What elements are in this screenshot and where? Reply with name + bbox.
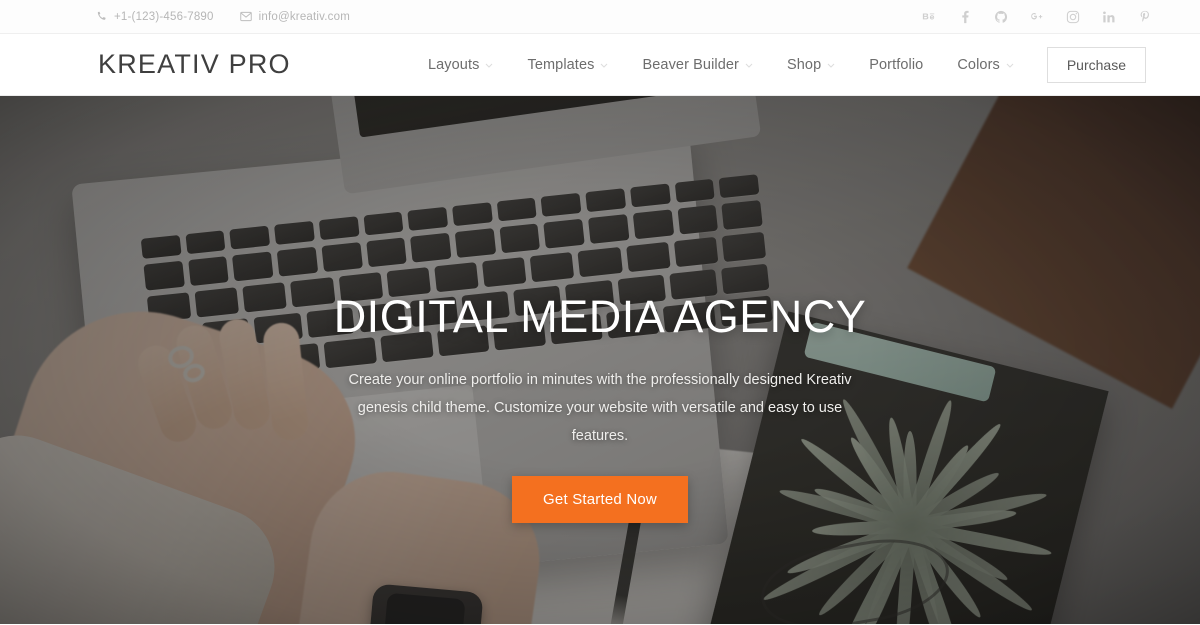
hero-content: DIGITAL MEDIA AGENCY Create your online … bbox=[0, 96, 1200, 624]
pinterest-icon[interactable] bbox=[1137, 9, 1152, 24]
email-contact[interactable]: info@kreativ.com bbox=[239, 10, 350, 23]
get-started-button[interactable]: Get Started Now bbox=[512, 476, 688, 524]
hero-title: DIGITAL MEDIA AGENCY bbox=[333, 291, 867, 342]
hero-subtitle: Create your online portfolio in minutes … bbox=[348, 371, 852, 445]
nav-item-shop[interactable]: Shop bbox=[770, 57, 852, 73]
hero-section: DIGITAL MEDIA AGENCY Create your online … bbox=[0, 96, 1200, 624]
phone-number: +1-(123)-456-7890 bbox=[114, 10, 214, 23]
facebook-icon[interactable] bbox=[957, 9, 972, 24]
nav-label: Beaver Builder bbox=[642, 56, 739, 73]
nav-label: Portfolio bbox=[869, 56, 924, 73]
instagram-icon[interactable] bbox=[1065, 9, 1080, 24]
email-address: info@kreativ.com bbox=[258, 10, 350, 23]
purchase-button[interactable]: Purchase bbox=[1046, 46, 1146, 83]
chevron-down-icon bbox=[745, 63, 753, 68]
page-root: +1-(123)-456-7890 info@kreativ.com KREAT… bbox=[0, 0, 1200, 625]
github-icon[interactable] bbox=[993, 9, 1008, 24]
contact-group: +1-(123)-456-7890 info@kreativ.com bbox=[96, 11, 350, 23]
nav-label: Shop bbox=[786, 56, 822, 73]
site-header: KREATIV PRO Layouts Templates Beaver Bui… bbox=[0, 34, 1200, 96]
nav-label: Templates bbox=[527, 56, 595, 73]
top-bar: +1-(123)-456-7890 info@kreativ.com bbox=[0, 0, 1200, 34]
behance-icon[interactable] bbox=[921, 9, 936, 24]
envelope-icon bbox=[239, 11, 252, 22]
chevron-down-icon bbox=[600, 63, 608, 68]
phone-contact[interactable]: +1-(123)-456-7890 bbox=[96, 11, 214, 23]
nav-item-layouts[interactable]: Layouts bbox=[411, 57, 511, 73]
phone-icon bbox=[96, 11, 107, 22]
nav-item-colors[interactable]: Colors bbox=[940, 57, 1031, 73]
chevron-down-icon bbox=[1006, 63, 1014, 68]
main-navigation: Layouts Templates Beaver Builder Shop Po… bbox=[411, 46, 1176, 83]
social-links bbox=[921, 9, 1176, 24]
linkedin-icon[interactable] bbox=[1101, 9, 1116, 24]
nav-label: Colors bbox=[957, 56, 1000, 73]
google-plus-icon[interactable] bbox=[1029, 9, 1044, 24]
chevron-down-icon bbox=[485, 63, 493, 68]
nav-item-portfolio[interactable]: Portfolio bbox=[852, 57, 940, 73]
site-logo[interactable]: KREATIV PRO bbox=[98, 49, 291, 80]
nav-item-templates[interactable]: Templates bbox=[510, 57, 625, 73]
nav-label: Layouts bbox=[427, 56, 480, 73]
chevron-down-icon bbox=[827, 63, 835, 68]
nav-item-beaver-builder[interactable]: Beaver Builder bbox=[625, 57, 770, 73]
